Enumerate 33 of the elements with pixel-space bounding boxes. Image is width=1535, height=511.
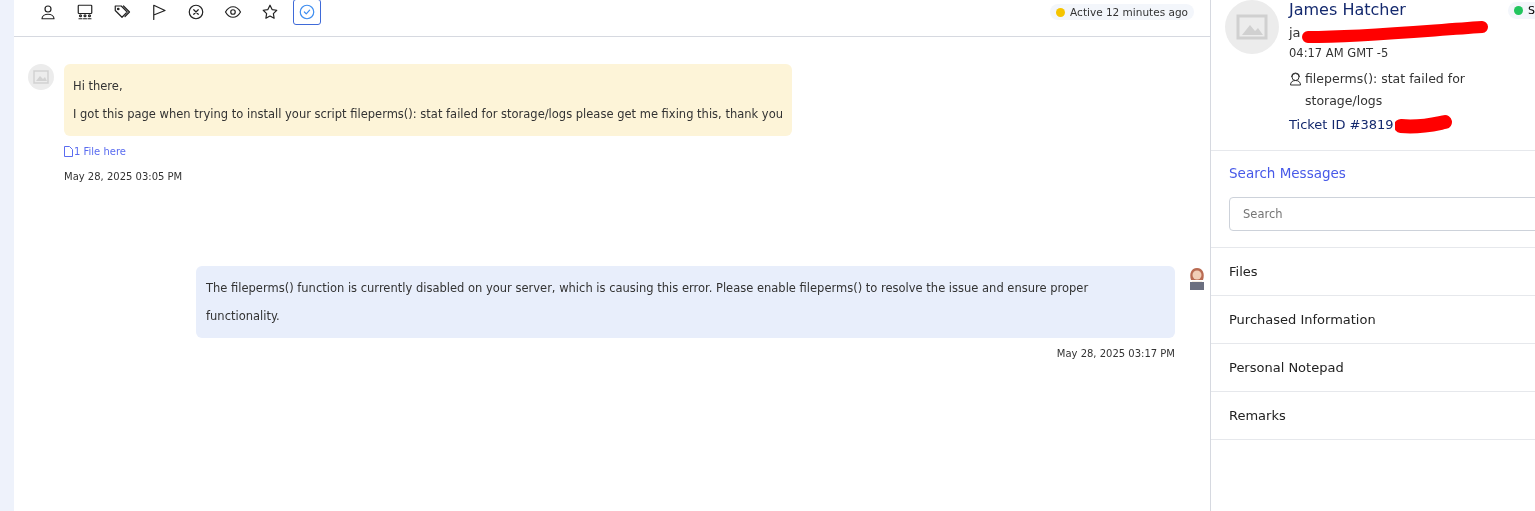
star-icon	[261, 3, 279, 21]
check-circle-icon	[298, 3, 316, 21]
activity-text: Active 12 minutes ago	[1070, 6, 1188, 18]
message-time: May 28, 2025 03:05 PM	[64, 171, 184, 182]
section-title: Search Messages	[1229, 165, 1347, 181]
customer-name: James Hatcher	[1289, 0, 1407, 20]
user-icon	[39, 3, 57, 21]
search-field[interactable]: Search	[1229, 197, 1535, 231]
section-header[interactable]: Personal Notepad	[1211, 344, 1535, 392]
ticket-id: Ticket ID #3819	[1289, 116, 1394, 132]
local-time: 04:17 AM GMT -5	[1289, 46, 1390, 60]
eye-icon	[224, 3, 242, 21]
attachment-link[interactable]: 1 File here	[64, 146, 126, 157]
status-text: S	[1528, 4, 1535, 17]
tags-icon	[113, 3, 131, 21]
message-text: Hi there,	[73, 78, 124, 95]
section-header[interactable]: Files	[1211, 248, 1535, 296]
image-placeholder-icon	[33, 70, 49, 84]
message-time: May 28, 2025 03:17 PM	[1056, 348, 1175, 359]
customer-email: ja	[1289, 24, 1301, 40]
flag-icon	[150, 3, 168, 21]
section-header[interactable]: Purchased Information	[1211, 296, 1535, 344]
group-icon	[76, 3, 94, 21]
close-icon	[187, 3, 205, 21]
message-text: I got this page when trying to install your script fileperms(): stat failed for storage/logs please get me fixing this, thank you	[73, 106, 783, 123]
redaction-mark	[1394, 112, 1453, 136]
image-placeholder-icon	[1236, 14, 1268, 40]
ticket-subject: fileperms(): stat failed for storage/logs	[1305, 70, 1466, 110]
file-icon	[64, 146, 73, 157]
section-header[interactable]: Remarks	[1211, 392, 1535, 440]
agent-avatar-icon	[1187, 266, 1207, 292]
message-text: The fileperms() function is currently disabled on your server, which is causing this error. Please enable fileperms() to resolve the issue and ensure proper functionality.	[206, 280, 1090, 325]
support-agent-icon	[1289, 72, 1302, 86]
